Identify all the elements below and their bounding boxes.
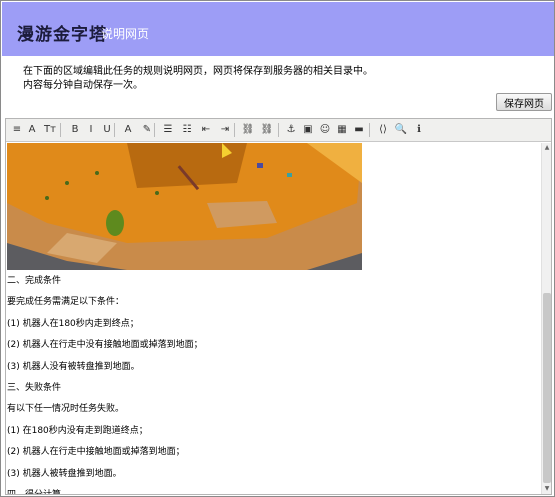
editor-scrollbar[interactable]: ▲ ▼ (541, 143, 551, 494)
unlink-icon[interactable]: ⛓ (260, 123, 274, 137)
content-line: (2) 机器人在行走中接触地面或掉落到地面； (7, 447, 185, 458)
toolbar-separator (278, 123, 279, 137)
toolbar-separator (234, 123, 235, 137)
preview-icon[interactable]: 🔍 (394, 123, 408, 137)
italic-icon[interactable]: I (84, 123, 98, 137)
page-title: 漫游金字塔 (17, 25, 107, 45)
toolbar-separator (154, 123, 155, 137)
highlight-icon[interactable]: ✎ (140, 123, 154, 137)
emoticon-icon[interactable]: ☺ (318, 123, 332, 137)
outdent-icon[interactable]: ⇤ (199, 123, 213, 137)
toolbar-separator (369, 123, 370, 137)
content-line: (2) 机器人在行走中没有接触地面或掉落到地面； (7, 340, 203, 351)
content-line: (1) 在180秒内没有走到跑道终点； (7, 425, 148, 436)
bold-icon[interactable]: B (68, 123, 82, 137)
page-subtitle: 说明网页 (101, 27, 150, 41)
content-line: 四、得分计算 (7, 487, 61, 494)
source-icon[interactable]: ⟨⟩ (376, 123, 390, 137)
toolbar-separator (114, 123, 115, 137)
content-line: (3) 机器人没有被转盘推到地面。 (7, 361, 140, 372)
save-page-button[interactable]: 保存网页 (496, 93, 552, 111)
toolbar-separator (60, 123, 61, 137)
instructions-text: 在下面的区域编辑此任务的规则说明网页，网页将保存到服务器的相关目录中。 内容每分… (23, 65, 373, 93)
indent-icon[interactable]: ⇥ (218, 123, 232, 137)
header-banner: 漫游金字塔 说明网页 (2, 2, 554, 56)
font-icon[interactable]: A (25, 123, 39, 137)
format-icon[interactable]: ≡ (10, 123, 24, 137)
scrollbar-thumb[interactable] (543, 293, 551, 483)
content-line: 要完成任务需满足以下条件： (7, 297, 125, 308)
text-color-icon[interactable]: A (121, 123, 135, 137)
content-line: 三、失败条件 (7, 383, 62, 393)
anchor-icon[interactable]: ⚓ (284, 123, 298, 137)
table-icon[interactable]: ▦ (335, 123, 349, 137)
scene-screenshot-image (7, 143, 362, 270)
rich-text-editor: ≡ A Tт B I U A ✎ ☰ ☷ ⇤ ⇥ ⛓ ⛓ ⚓ ▣ ☺ ▦ ▬ ⟨⟩ 🔍 ℹ (5, 118, 552, 495)
editor-toolbar: ≡ A Tт B I U A ✎ ☰ ☷ ⇤ ⇥ ⛓ ⛓ ⚓ ▣ ☺ ▦ ▬ ⟨⟩ 🔍 ℹ (6, 119, 551, 142)
ordered-list-icon[interactable]: ☰ (161, 123, 175, 137)
underline-icon[interactable]: U (100, 123, 114, 137)
content-line: 有以下任一情况时任务失败。 (7, 404, 125, 415)
editor-content[interactable]: 二、完成条件要完成任务需满足以下条件： (1) 机器人在180秒内走到终点； (2)… (6, 143, 541, 494)
font-size-icon[interactable]: Tт (43, 123, 57, 137)
scroll-down-icon[interactable]: ▼ (542, 484, 552, 494)
horizontal-rule-icon[interactable]: ▬ (352, 123, 366, 137)
help-icon[interactable]: ℹ (412, 123, 426, 137)
content-line: 二、完成条件 (7, 276, 62, 286)
instructions-line-2: 内容每分钟自动保存一次。 (23, 80, 143, 91)
link-icon[interactable]: ⛓ (241, 123, 255, 137)
content-line: (1) 机器人在180秒内走到终点； (7, 318, 139, 329)
unordered-list-icon[interactable]: ☷ (180, 123, 194, 137)
content-line: (3) 机器人被转盘推到地面。 (7, 468, 122, 479)
instructions-line-1: 在下面的区域编辑此任务的规则说明网页，网页将保存到服务器的相关目录中。 (23, 66, 373, 77)
scroll-up-icon[interactable]: ▲ (542, 143, 552, 153)
page-frame: 漫游金字塔 说明网页 在下面的区域编辑此任务的规则说明网页，网页将保存到服务器的… (0, 0, 555, 497)
image-icon[interactable]: ▣ (301, 123, 315, 137)
